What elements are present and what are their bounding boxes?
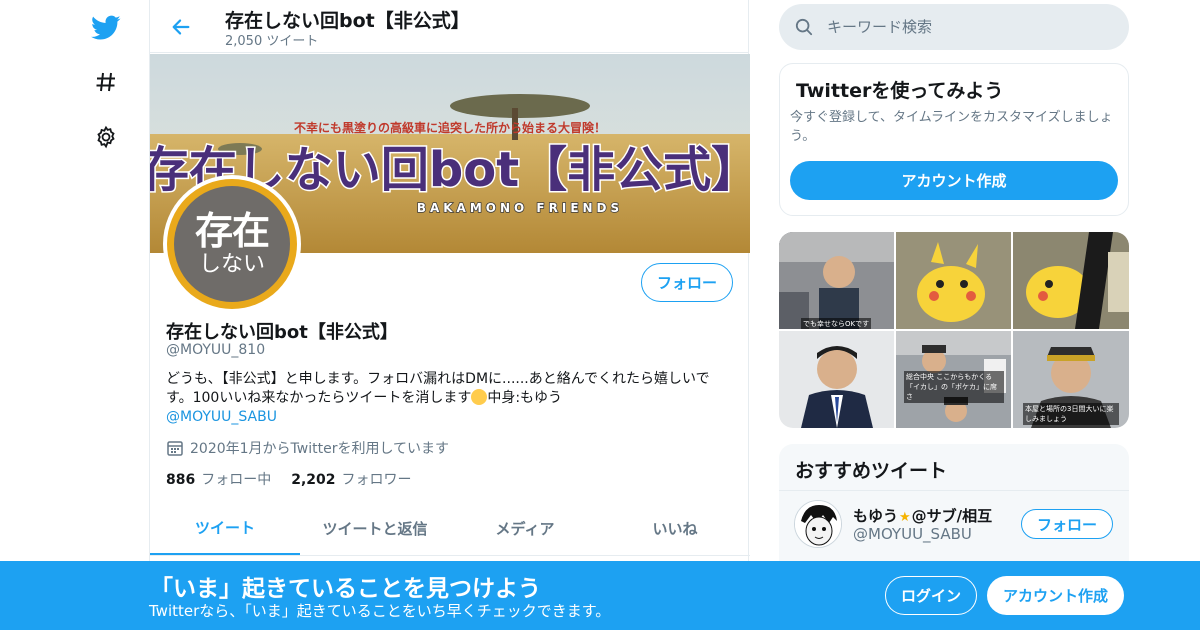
media-thumbnail[interactable] — [779, 331, 894, 428]
followers-count: 2,202 — [291, 472, 336, 488]
bio-mention-link[interactable]: @MOYUU_SABU — [166, 409, 277, 425]
tab-likes[interactable]: いいね — [600, 502, 750, 555]
bottom-signup-bar: 「いま」起きていることを見つけよう Twitterなら、「いま」起きていることを… — [0, 561, 1200, 630]
bottom-create-account-button[interactable]: アカウント作成 — [987, 576, 1124, 615]
profile-handle: @MOYUU_810 — [166, 342, 266, 358]
profile-stats: 886 フォロー中 2,202 フォロワー — [166, 469, 412, 489]
bottom-bar-title: 「いま」起きていることを見つけよう — [150, 576, 541, 602]
media-thumbnail[interactable]: 総合中央 ここからもかくる「イカし」の「ポケカ」に席さ — [896, 331, 1011, 428]
bottom-bar-subtitle: Twitterなら、「いま」起きていることをいち早くチェックできます。 — [149, 602, 611, 620]
header-profile-name: 存在しない回bot【非公式】 — [225, 10, 470, 32]
create-account-button[interactable]: アカウント作成 — [790, 161, 1118, 200]
back-arrow-icon[interactable] — [164, 10, 198, 44]
star-emoji-icon: ★ — [899, 510, 911, 525]
recommended-user-name-text: もゆう — [853, 507, 899, 525]
twitter-bird-icon[interactable] — [86, 8, 126, 48]
sweat-smile-emoji-icon — [471, 389, 488, 405]
bio-text: どうも、【非公式】と申します。フォロバ漏れはDMに......あと絡んでくれたら… — [166, 371, 710, 406]
follow-button[interactable]: フォロー — [641, 263, 733, 302]
divider — [779, 490, 1129, 491]
search-icon — [795, 18, 813, 36]
signup-card-description: 今すぐ登録して、タイムラインをカスタマイズしましょう。 — [790, 110, 1113, 144]
bio-suffix: 中身:もゆう — [487, 390, 563, 406]
profile-name: 存在しない回bot【非公式】 — [166, 322, 398, 343]
following-count: 886 — [166, 472, 196, 488]
media-caption: でも幸せならOKです — [801, 318, 872, 329]
tab-media[interactable]: メディア — [450, 502, 600, 555]
banner-subtitle: BAKAMONO FRIENDS — [417, 201, 623, 215]
tab-tweets-and-replies[interactable]: ツイートと返信 — [300, 502, 450, 555]
joined-text: 2020年1月からTwitterを利用しています — [190, 441, 450, 457]
following-label: フォロー中 — [201, 472, 272, 488]
following-stat[interactable]: 886 フォロー中 — [166, 469, 271, 489]
avatar-text-line1: 存在 — [194, 207, 270, 253]
search-box[interactable] — [779, 4, 1129, 50]
hashtag-icon[interactable] — [86, 62, 126, 102]
gear-icon[interactable] — [86, 117, 126, 157]
profile-joined: 2020年1月からTwitterを利用しています — [166, 438, 449, 458]
media-thumbnail[interactable]: でも幸せならOKです — [779, 232, 894, 329]
media-caption: 本屋と場所の3日間大いに楽しみましょう — [1023, 403, 1119, 425]
main-column: 存在しない回bot【非公式】 2,050 ツイート 不幸にも黒塗りの高級車に追突… — [149, 0, 750, 630]
signup-card-title: Twitterを使ってみよう — [796, 80, 1004, 102]
recommended-user-handle: @MOYUU_SABU — [853, 525, 972, 543]
media-thumbnail[interactable] — [896, 232, 1011, 329]
calendar-icon — [167, 441, 183, 456]
profile-header-bar: 存在しない回bot【非公式】 2,050 ツイート — [150, 0, 748, 53]
banner-tagline: 不幸にも黒塗りの高級車に追突した所から始まる大冒険！ — [294, 120, 606, 135]
profile-bio: どうも、【非公式】と申します。フォロバ漏れはDMに......あと絡んでくれたら… — [166, 370, 731, 427]
left-nav — [80, 0, 130, 630]
media-thumbnail[interactable] — [1013, 232, 1129, 329]
login-button[interactable]: ログイン — [885, 576, 977, 615]
tab-tweets[interactable]: ツイート — [150, 502, 300, 555]
followers-stat[interactable]: 2,202 フォロワー — [291, 469, 411, 489]
recommended-user-name-suffix: @サブ/相互 — [911, 507, 993, 525]
media-thumbnail[interactable]: 本屋と場所の3日間大いに楽しみましょう — [1013, 331, 1129, 428]
recommended-follow-button[interactable]: フォロー — [1021, 509, 1113, 539]
followers-label: フォロワー — [341, 472, 412, 488]
media-grid: でも幸せならOKです 総合中央 ここからもかくる「イカし」の「ポケカ」に席さ 本… — [779, 232, 1129, 428]
recommended-user-avatar[interactable] — [794, 500, 842, 548]
avatar-text-line2: しない — [198, 251, 265, 277]
profile-avatar[interactable]: 存在 しない — [163, 175, 301, 313]
recommended-title: おすすめツイート — [795, 460, 948, 482]
media-caption: 総合中央 ここからもかくる「イカし」の「ポケカ」に席さ — [904, 371, 1004, 403]
header-tweet-count: 2,050 ツイート — [225, 34, 319, 49]
profile-tabs: ツイート ツイートと返信 メディア いいね — [150, 502, 750, 556]
recommended-user-name[interactable]: もゆう★@サブ/相互 — [853, 505, 992, 526]
signup-prompt-card: Twitterを使ってみよう 今すぐ登録して、タイムラインをカスタマイズしましょ… — [779, 63, 1129, 216]
search-input[interactable] — [827, 18, 1107, 36]
